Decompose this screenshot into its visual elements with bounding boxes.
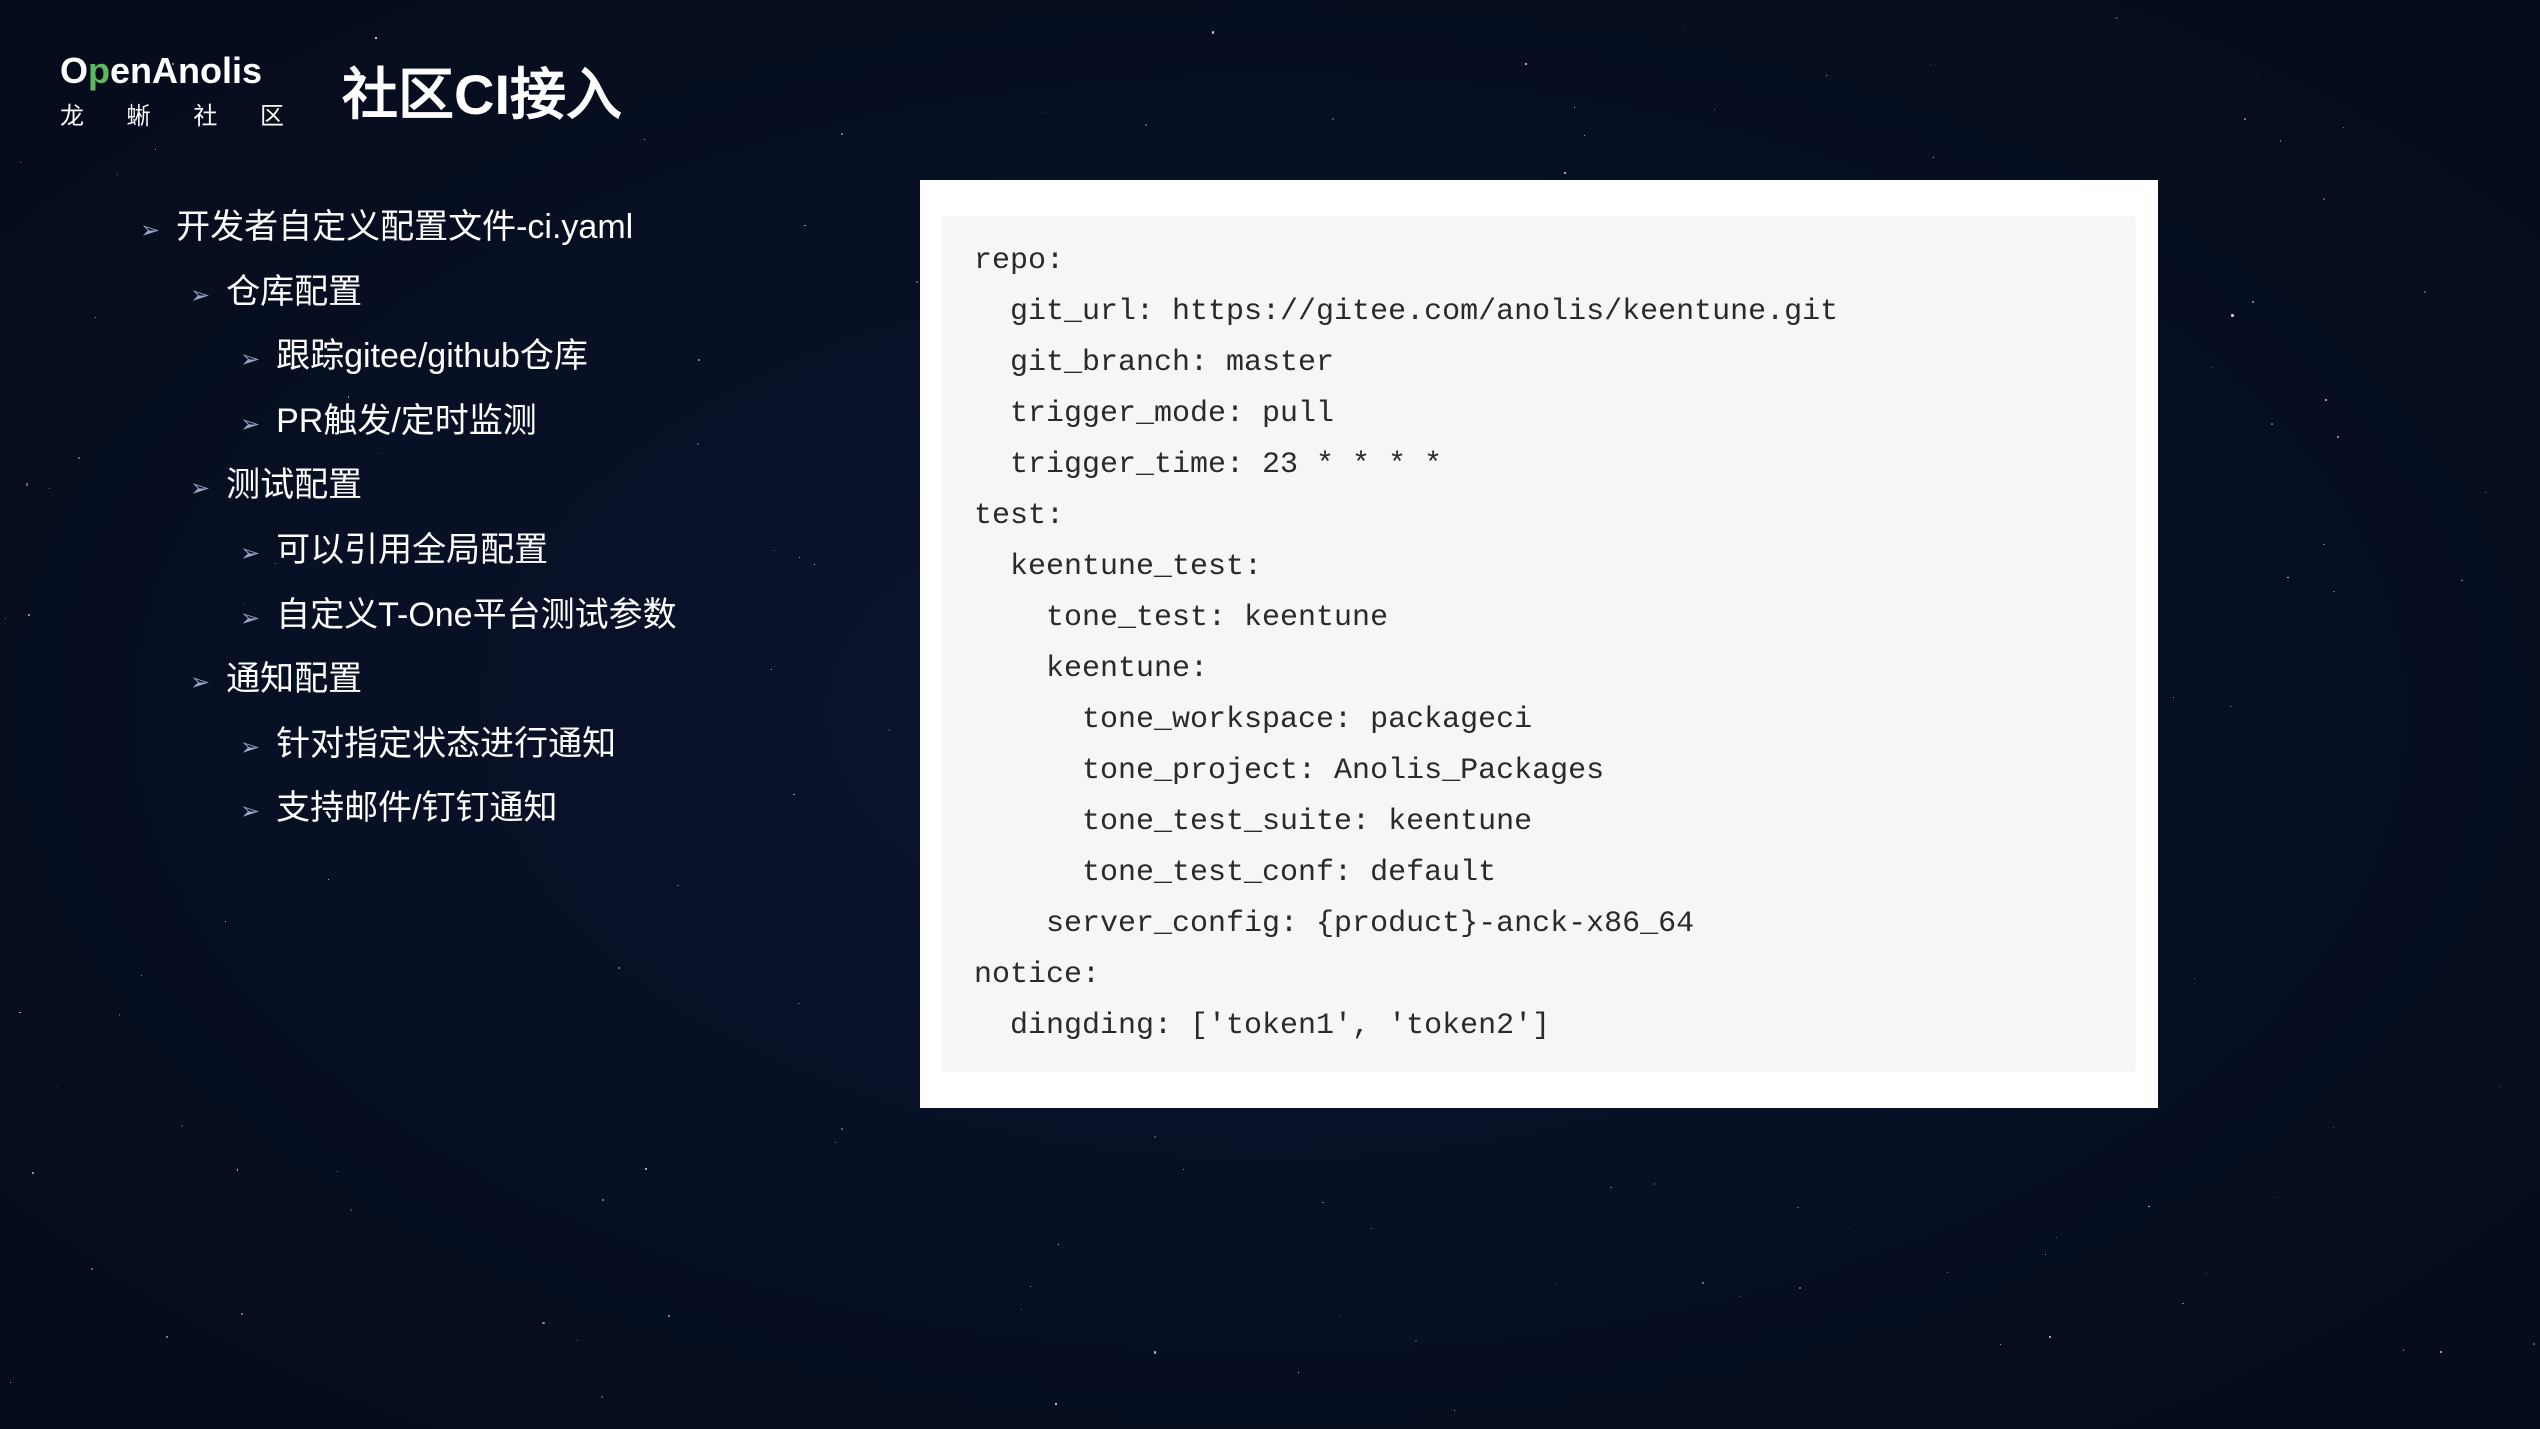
bullet-text: 跟踪gitee/github仓库 [276,324,588,389]
bullet-item: ➢ PR触发/定时监测 [240,389,677,454]
chevron-right-icon: ➢ [240,596,260,642]
bullet-item: ➢ 仓库配置 [190,260,677,325]
bullet-text: 通知配置 [226,647,362,712]
bullet-text: 测试配置 [226,453,362,518]
chevron-right-icon: ➢ [240,337,260,383]
header: OpenAnolis 龙 蜥 社 区 社区CI接入 [60,50,622,131]
bullet-text: 仓库配置 [226,260,362,325]
code-block: repo: git_url: https://gitee.com/anolis/… [942,216,2136,1072]
chevron-right-icon: ➢ [240,725,260,771]
logo-rest: enAnolis [110,50,262,91]
bullet-text: 开发者自定义配置文件-ci.yaml [176,195,633,260]
bullet-text: 可以引用全局配置 [276,518,548,583]
bullet-item: ➢ 通知配置 [190,647,677,712]
bullet-text: 支持邮件/钉钉通知 [276,776,557,841]
bullet-text: 自定义T-One平台测试参数 [276,583,676,648]
chevron-right-icon: ➢ [240,789,260,835]
bullet-item: ➢ 自定义T-One平台测试参数 [240,583,677,648]
bullet-item: ➢ 针对指定状态进行通知 [240,712,677,777]
bullet-list: ➢ 开发者自定义配置文件-ci.yaml ➢ 仓库配置 ➢ 跟踪gitee/gi… [140,195,677,841]
chevron-right-icon: ➢ [190,466,210,512]
logo: OpenAnolis 龙 蜥 社 区 [60,50,302,131]
bullet-item: ➢ 跟踪gitee/github仓库 [240,324,677,389]
bullet-text: 针对指定状态进行通知 [276,712,616,777]
bullet-item: ➢ 可以引用全局配置 [240,518,677,583]
code-panel: repo: git_url: https://gitee.com/anolis/… [920,180,2158,1108]
yaml-code: repo: git_url: https://gitee.com/anolis/… [974,236,2104,1052]
logo-o: O [60,50,88,91]
page-title: 社区CI接入 [342,50,622,131]
logo-sub: 龙 蜥 社 区 [60,96,302,131]
chevron-right-icon: ➢ [240,531,260,577]
bullet-item: ➢ 测试配置 [190,453,677,518]
bullet-text: PR触发/定时监测 [276,389,537,454]
bullet-item: ➢ 开发者自定义配置文件-ci.yaml [140,195,677,260]
chevron-right-icon: ➢ [240,402,260,448]
logo-p: p [88,50,110,91]
chevron-right-icon: ➢ [190,660,210,706]
chevron-right-icon: ➢ [140,208,160,254]
bullet-item: ➢ 支持邮件/钉钉通知 [240,776,677,841]
chevron-right-icon: ➢ [190,273,210,319]
logo-main: OpenAnolis [60,50,302,92]
